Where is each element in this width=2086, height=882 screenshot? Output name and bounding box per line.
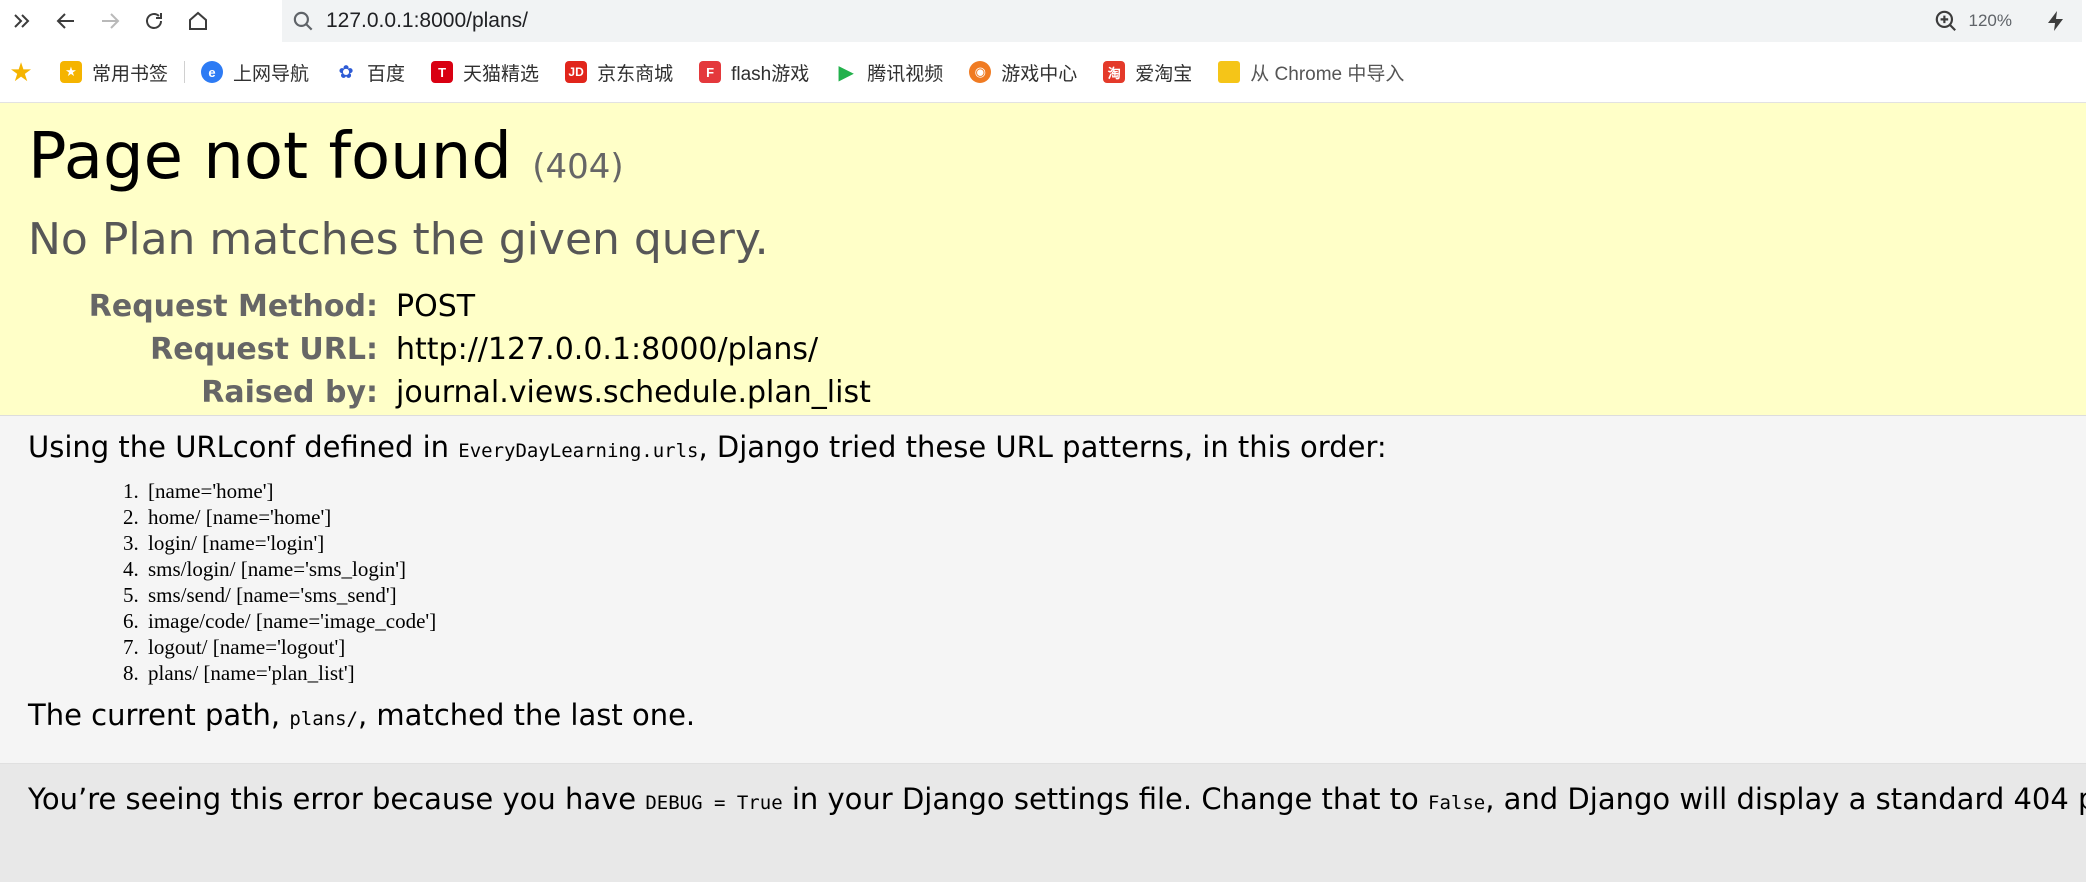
urlconf-name: EveryDayLearning.urls (458, 440, 699, 462)
tmall-icon: T (431, 61, 454, 83)
navigation-icon: e (201, 61, 224, 83)
explanation-part: You’re seeing this error because you hav… (28, 782, 646, 816)
list-item: [name='home'] (144, 478, 2058, 504)
url-pattern-list: [name='home'] home/ [name='home'] login/… (28, 478, 2058, 686)
bookmark-3[interactable]: T 天猫精选 (431, 59, 539, 86)
list-item: login/ [name='login'] (144, 530, 2058, 556)
page-title: Page not found (404) (28, 119, 2058, 196)
explanation-part: , and Django will display a standard 404… (1485, 782, 2086, 816)
bookmark-label: 游戏中心 (1001, 63, 1078, 85)
meta-label: Raised by: (201, 374, 378, 410)
bookmark-label: 百度 (367, 63, 406, 85)
zoom-level[interactable]: 120% (1969, 11, 2012, 31)
list-item: image/code/ [name='image_code'] (144, 608, 2058, 634)
bookmark-9[interactable]: 从 Chrome 中导入 (1218, 59, 1404, 86)
meta-row-url: Request URL: http://127.0.0.1:8000/plans… (28, 328, 871, 371)
bookmark-5[interactable]: F flash游戏 (699, 59, 809, 86)
meta-row-raised-by: Raised by: journal.views.schedule.plan_l… (28, 371, 871, 414)
intro-text: Using the URLconf defined in (28, 430, 459, 464)
bookmark-7[interactable]: ◉ 游戏中心 (969, 59, 1077, 86)
bookmark-label: 从 Chrome 中导入 (1250, 63, 1405, 85)
bookmark-2[interactable]: ✿ 百度 (335, 59, 405, 86)
bookmarks-bar: ★ ★ 常用书签 e 上网导航 ✿ 百度 T 天猫精选 JD 京东商城 F fl… (0, 42, 2086, 103)
debug-explanation: You’re seeing this error because you hav… (0, 764, 2086, 882)
error-summary: Page not found (404) No Plan matches the… (0, 103, 2086, 416)
bookmark-star-icon: ★ (60, 61, 82, 83)
bookmark-favorites[interactable]: ★ (9, 56, 42, 87)
error-title: Page not found (28, 120, 512, 194)
bookmark-label: 爱淘宝 (1135, 63, 1193, 85)
url-patterns-info: Using the URLconf defined in EveryDayLea… (0, 416, 2086, 764)
urlconf-intro: Using the URLconf defined in EveryDayLea… (28, 430, 2058, 464)
meta-value: http://127.0.0.1:8000/plans/ (396, 331, 819, 367)
star-icon: ★ (9, 56, 33, 87)
debug-setting: DEBUG = True (645, 792, 783, 814)
list-item: logout/ [name='logout'] (144, 634, 2058, 660)
request-meta-table: Request Method: POST Request URL: http:/… (28, 285, 871, 414)
bookmark-6[interactable]: ▶ 腾讯视频 (835, 59, 944, 86)
list-item: sms/login/ [name='sms_login'] (144, 556, 2058, 582)
home-button[interactable] (176, 0, 220, 42)
bookmark-0[interactable]: ★ 常用书签 (60, 59, 168, 86)
note-text: The current path, (28, 698, 290, 732)
browser-toolbar: 127.0.0.1:8000/plans/ 120% (0, 0, 2086, 42)
sidebar-expand-icon[interactable] (0, 0, 44, 42)
error-message: No Plan matches the given query. (28, 213, 769, 265)
folder-icon (1218, 61, 1241, 83)
note-text: , matched the last one. (358, 698, 696, 732)
status-code: (404) (532, 147, 624, 187)
bookmark-label: 上网导航 (233, 63, 310, 85)
bookmark-4[interactable]: JD 京东商城 (565, 59, 673, 86)
list-item: sms/send/ [name='sms_send'] (144, 582, 2058, 608)
current-path-note: The current path, plans/, matched the la… (28, 698, 2058, 732)
baidu-paw-icon: ✿ (338, 61, 354, 82)
false-value: False (1428, 792, 1486, 814)
zoom-in-icon[interactable] (1933, 8, 1959, 34)
address-url[interactable]: 127.0.0.1:8000/plans/ (326, 9, 528, 33)
bookmark-label: 腾讯视频 (867, 63, 944, 85)
explanation-part: in your Django settings file. Change tha… (782, 782, 1429, 816)
intro-text: , Django tried these URL patterns, in th… (698, 430, 1387, 464)
list-item: home/ [name='home'] (144, 504, 2058, 530)
bookmark-divider (184, 61, 186, 83)
address-bar[interactable]: 127.0.0.1:8000/plans/ 120% (282, 0, 2082, 42)
tencent-video-icon: ▶ (838, 61, 854, 84)
taobao-icon: 淘 (1103, 61, 1126, 83)
explanation-text: You’re seeing this error because you hav… (28, 782, 2086, 816)
meta-label: Request URL: (150, 331, 378, 367)
jd-icon: JD (565, 61, 588, 83)
search-icon (293, 11, 313, 31)
meta-label: Request Method: (88, 288, 378, 324)
back-button[interactable] (44, 0, 88, 42)
list-item: plans/ [name='plan_list'] (144, 660, 2058, 686)
bookmark-8[interactable]: 淘 爱淘宝 (1103, 59, 1192, 86)
meta-value: POST (396, 288, 476, 324)
forward-button[interactable] (88, 0, 132, 42)
meta-row-method: Request Method: POST (28, 285, 871, 328)
bookmark-label: 常用书签 (92, 63, 169, 85)
meta-value: journal.views.schedule.plan_list (396, 374, 871, 410)
bookmark-label: flash游戏 (731, 63, 810, 85)
lightning-icon[interactable] (2044, 9, 2068, 33)
reload-button[interactable] (132, 0, 176, 42)
bookmark-label: 天猫精选 (463, 63, 540, 85)
bookmark-label: 京东商城 (597, 63, 674, 85)
flash-game-icon: F (699, 61, 722, 83)
gamepad-icon: ◉ (969, 61, 992, 83)
current-path: plans/ (289, 708, 358, 730)
bookmark-1[interactable]: e 上网导航 (201, 59, 309, 86)
